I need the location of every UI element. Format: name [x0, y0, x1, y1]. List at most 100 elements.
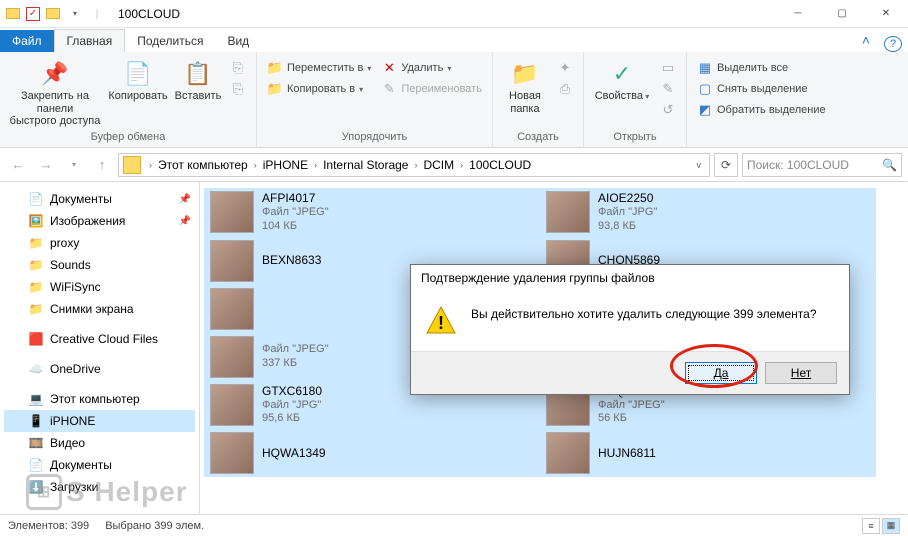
- history-button[interactable]: ↺: [656, 100, 680, 120]
- tree-item-label: Creative Cloud Files: [50, 332, 158, 346]
- recent-locations-button[interactable]: ▾: [62, 153, 86, 177]
- close-button[interactable]: ✕: [864, 0, 908, 28]
- crumb[interactable]: Internal Storage: [321, 158, 410, 172]
- file-thumbnail: [546, 191, 590, 233]
- tree-item-label: Sounds: [50, 258, 91, 272]
- paste-button[interactable]: 📋 Вставить: [172, 56, 224, 105]
- warning-icon: !: [425, 305, 457, 337]
- rename-button[interactable]: ✎Переименовать: [377, 79, 486, 99]
- clipboard-shortcuts: ⎘ ⎘: [226, 56, 250, 99]
- tab-home[interactable]: Главная: [54, 29, 126, 52]
- select-none-button[interactable]: ▢Снять выделение: [693, 79, 830, 99]
- easy-access-button[interactable]: ⎙: [553, 79, 577, 99]
- copy-path-button[interactable]: ⎘: [226, 58, 250, 78]
- file-size: 56 КБ: [598, 412, 665, 426]
- titlebar: ✓ ▾ | 100CLOUD ─ ▢ ✕: [0, 0, 908, 28]
- select-all-button[interactable]: ▦Выделить все: [693, 58, 830, 78]
- navigation-tree: 📄Документы📌🖼️Изображения📌📁proxy📁Sounds📁W…: [0, 182, 200, 514]
- tree-item[interactable]: 📁proxy: [4, 232, 195, 254]
- path-icon: ⎘: [230, 60, 246, 76]
- open-button[interactable]: ▭: [656, 58, 680, 78]
- tree-item-label: Снимки экрана: [50, 302, 134, 316]
- dialog-title: Подтверждение удаления группы файлов: [411, 265, 849, 291]
- pin-quick-access-button[interactable]: 📌 Закрепить на панели быстрого доступа: [6, 56, 104, 130]
- tree-item[interactable]: 📁Снимки экрана: [4, 298, 195, 320]
- crumb[interactable]: DCIM: [421, 158, 456, 172]
- open-icon: ▭: [660, 60, 676, 76]
- view-large-button[interactable]: ▦: [882, 518, 900, 534]
- back-button[interactable]: ←: [6, 153, 30, 177]
- qat-checkbox-icon[interactable]: ✓: [26, 7, 40, 21]
- tree-item-icon: 📄: [28, 191, 44, 207]
- tree-item[interactable]: ⬇️Загрузки: [4, 476, 195, 498]
- address-bar: ← → ▾ ↑ › Этот компьютер› iPHONE› Intern…: [0, 148, 908, 182]
- file-type: Файл "JPG": [262, 399, 322, 413]
- tree-item-icon: 📁: [28, 235, 44, 251]
- file-item[interactable]: HUJN6811: [540, 429, 876, 477]
- pin-icon: 📌: [39, 58, 71, 90]
- minimize-button[interactable]: ─: [776, 0, 820, 28]
- file-item[interactable]: HQWA1349: [204, 429, 540, 477]
- file-item[interactable]: AIOE2250Файл "JPG"93,8 КБ: [540, 188, 876, 237]
- file-name: HQWA1349: [262, 446, 326, 461]
- crumb[interactable]: 100CLOUD: [467, 158, 533, 172]
- refresh-button[interactable]: ⟳: [714, 153, 738, 177]
- crumb[interactable]: Этот компьютер: [156, 158, 250, 172]
- tree-item[interactable]: ☁️ OneDrive: [4, 358, 195, 380]
- up-button[interactable]: ↑: [90, 153, 114, 177]
- qat-separator: |: [88, 5, 106, 23]
- svg-text:!: !: [438, 313, 444, 333]
- tree-item[interactable]: 📁Sounds: [4, 254, 195, 276]
- tree-item[interactable]: 📱iPHONE: [4, 410, 195, 432]
- forward-button[interactable]: →: [34, 153, 58, 177]
- qat-dropdown-icon[interactable]: ▾: [66, 5, 84, 23]
- qat-folder-icon[interactable]: [44, 5, 62, 23]
- help-icon[interactable]: ?: [884, 36, 902, 52]
- copy-button[interactable]: 📄 Копировать: [106, 56, 170, 105]
- tab-share[interactable]: Поделиться: [125, 30, 215, 52]
- item-count: Элементов: 399: [8, 520, 89, 532]
- tree-item[interactable]: 📄Документы: [4, 454, 195, 476]
- edit-button[interactable]: ✎: [656, 79, 680, 99]
- breadcrumb[interactable]: › Этот компьютер› iPHONE› Internal Stora…: [118, 153, 710, 177]
- dialog-message: Вы действительно хотите удалить следующи…: [471, 305, 817, 321]
- tree-item[interactable]: 📁WiFiSync: [4, 276, 195, 298]
- yes-button[interactable]: Да: [685, 362, 757, 384]
- file-thumbnail: [210, 240, 254, 282]
- tab-view[interactable]: Вид: [215, 30, 261, 52]
- tree-item-icon: ☁️: [28, 361, 44, 377]
- ribbon-collapse-icon[interactable]: ˄: [854, 28, 878, 52]
- tree-item[interactable]: 📄Документы📌: [4, 188, 195, 210]
- new-folder-icon: 📁: [509, 58, 541, 90]
- ribbon: 📌 Закрепить на панели быстрого доступа 📄…: [0, 52, 908, 148]
- crumb[interactable]: iPHONE: [261, 158, 310, 172]
- tree-item[interactable]: 🎞️Видео: [4, 432, 195, 454]
- view-details-button[interactable]: ≡: [862, 518, 880, 534]
- ribbon-group-open: ✓ Свойства ▭ ✎ ↺ Открыть: [584, 52, 687, 147]
- search-input[interactable]: Поиск: 100CLOUD 🔍: [742, 153, 902, 177]
- move-to-button[interactable]: 📁Переместить в: [263, 58, 375, 78]
- tree-item[interactable]: 🖼️Изображения📌: [4, 210, 195, 232]
- new-folder-button[interactable]: 📁 Новая папка: [499, 56, 551, 117]
- tree-item-label: Этот компьютер: [50, 392, 140, 406]
- tree-item-label: OneDrive: [50, 362, 101, 376]
- delete-button[interactable]: ✕Удалить: [377, 58, 486, 78]
- maximize-button[interactable]: ▢: [820, 0, 864, 28]
- no-button[interactable]: Нет: [765, 362, 837, 384]
- tree-item-icon: 💻: [28, 391, 44, 407]
- file-type: Файл "JPEG": [262, 206, 329, 220]
- file-size: 337 КБ: [262, 357, 329, 371]
- file-name: AFPI4017: [262, 191, 329, 206]
- copy-to-button[interactable]: 📁Копировать в: [263, 79, 375, 99]
- properties-button[interactable]: ✓ Свойства: [590, 56, 654, 105]
- tree-item-label: Документы: [50, 192, 112, 206]
- tree-item[interactable]: 🟥Creative Cloud Files: [4, 328, 195, 350]
- invert-selection-button[interactable]: ◩Обратить выделение: [693, 100, 830, 120]
- paste-shortcut-button[interactable]: ⎘: [226, 79, 250, 99]
- folder-icon: [123, 156, 141, 174]
- tab-file[interactable]: Файл: [0, 30, 54, 52]
- ribbon-group-new: 📁 Новая папка ✦ ⎙ Создать: [493, 52, 584, 147]
- new-item-button[interactable]: ✦: [553, 58, 577, 78]
- file-item[interactable]: AFPI4017Файл "JPEG"104 КБ: [204, 188, 540, 237]
- tree-item[interactable]: 💻 Этот компьютер: [4, 388, 195, 410]
